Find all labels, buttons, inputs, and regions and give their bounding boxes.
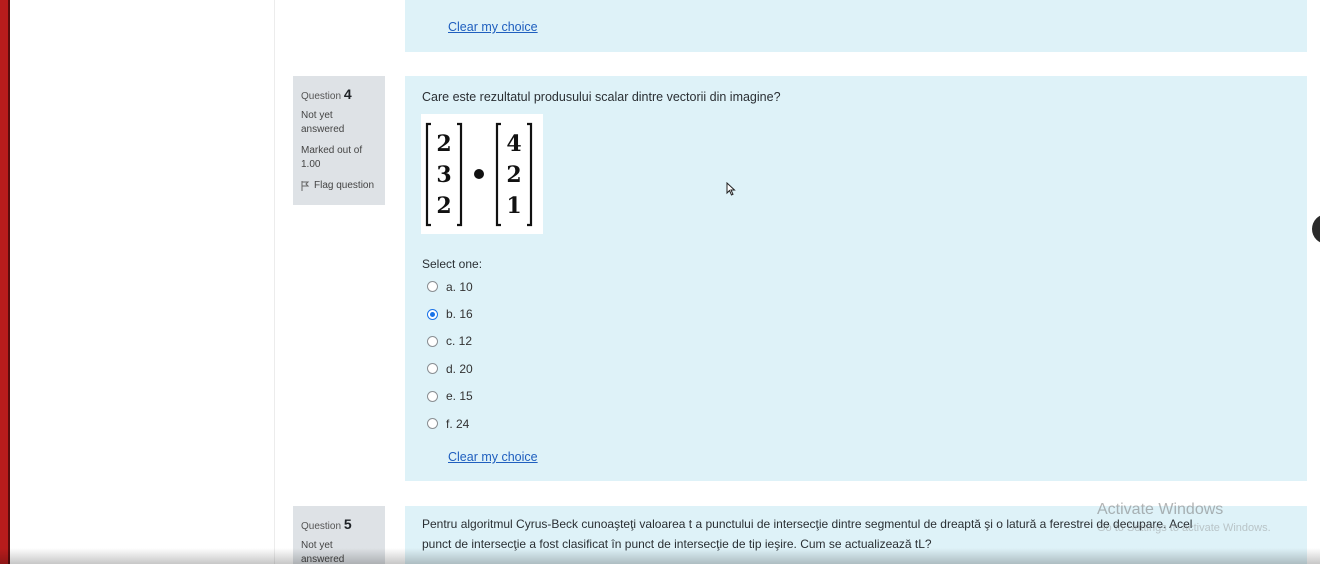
activate-windows-title: Activate Windows [1097,501,1224,518]
clear-choice-link[interactable]: Clear my choice [448,450,538,464]
vector-a-1: 2 [436,131,451,157]
question-number: Question 5 [301,514,377,535]
radio-button[interactable] [427,390,438,402]
vector-b-1: 4 [506,131,521,157]
vector-b-2: 2 [506,162,521,188]
question-4-info: Question 4 Not yet answered Marked out o… [293,76,385,205]
answer-option-f[interactable]: f. 24 [427,410,473,437]
flag-question-button[interactable]: Flag question [301,179,377,194]
question-text: Care este rezultatul produsului scalar d… [422,90,781,104]
activate-windows-subtitle: Go to Settings to activate Windows. [1097,522,1271,534]
dot-product-figure: 2 3 2 4 2 1 [425,122,533,227]
question-number-value: 4 [343,86,352,102]
window-edge [0,0,8,564]
answer-option-label: f. 24 [446,416,470,431]
answer-option-e[interactable]: e. 15 [427,383,473,410]
mouse-cursor-icon [726,182,736,196]
answer-options: a. 10 b. 16 c. 12 d. 20 e. 15 f. 24 [427,273,473,437]
sidebar-divider [274,0,275,564]
flag-question-label: Flag question [314,179,375,191]
radio-button[interactable] [427,335,438,347]
question-label: Question [301,91,342,102]
question-4-formulation: Care este rezultatul produsului scalar d… [405,76,1307,481]
select-one-label: Select one: [422,257,483,271]
vector-a-3: 2 [436,193,451,219]
answer-option-label: e. 15 [446,389,473,404]
question-3-formulation: Clear my choice [405,0,1307,52]
bottom-shadow [0,548,1320,564]
question-label: Question [301,521,342,532]
radio-button-checked[interactable] [427,308,438,320]
vector-image: 2 3 2 4 2 1 [421,114,543,234]
window-edge-shadow [8,0,10,564]
answer-option-label: c. 12 [446,334,473,349]
radio-button[interactable] [427,418,438,430]
question-grade: Marked out of 1.00 [301,144,363,171]
answer-option-a[interactable]: a. 10 [427,273,473,300]
quiz-page: Clear my choice Question 4 Not yet answe… [0,0,1320,564]
dot-operator-icon [474,169,484,179]
question-state: Not yet answered [301,109,345,136]
question-number-value: 5 [343,516,352,532]
radio-button[interactable] [427,281,438,293]
question-number: Question 4 [301,84,377,105]
vector-a-2: 3 [436,162,451,188]
answer-option-c[interactable]: c. 12 [427,328,473,355]
answer-option-label: b. 16 [446,307,473,322]
answer-option-label: a. 10 [446,279,473,294]
answer-option-label: d. 20 [446,361,473,376]
vector-b-3: 1 [506,193,521,219]
scroll-indicator-icon[interactable] [1312,214,1320,244]
flag-icon [301,180,310,191]
question-text-line-1: Pentru algoritmul Cyrus-Beck cunoaşteţi … [422,517,1193,531]
radio-button[interactable] [427,363,438,375]
answer-option-d[interactable]: d. 20 [427,355,473,382]
answer-option-b[interactable]: b. 16 [427,300,473,327]
clear-choice-link[interactable]: Clear my choice [448,20,538,34]
